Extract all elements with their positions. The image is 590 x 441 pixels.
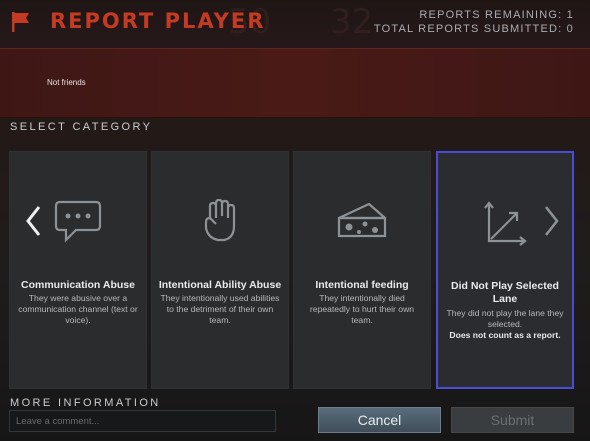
category-title: Intentional feeding [315, 279, 409, 291]
category-card-intentional-feeding[interactable]: Intentional feeding They intentionally d… [293, 151, 431, 389]
category-card-communication-abuse[interactable]: Communication Abuse They were abusive ov… [9, 151, 147, 389]
category-title: Did Not Play Selected Lane [451, 280, 559, 305]
chevron-right-icon[interactable] [543, 204, 561, 238]
fist-icon [152, 198, 288, 248]
reports-remaining: REPORTS REMAINING: 1 [419, 9, 574, 21]
player-relation-status: Not friends [47, 78, 86, 87]
total-reports-submitted: TOTAL REPORTS SUBMITTED: 0 [373, 23, 574, 35]
background-decoration: 32 [330, 2, 374, 42]
reported-player-band: Not friends [0, 48, 590, 118]
category-title: Intentional Ability Abuse [158, 279, 282, 291]
page-title: REPORT PLAYER [50, 9, 266, 33]
header-bar: 50 32 REPORT PLAYER REPORTS REMAINING: 1… [0, 0, 590, 48]
cancel-button[interactable]: Cancel [318, 407, 441, 433]
more-information-label: MORE INFORMATION [10, 397, 161, 409]
category-title: Communication Abuse [21, 279, 135, 291]
chevron-left-icon[interactable] [24, 204, 42, 238]
category-description: They intentionally died repeatedly to hu… [309, 293, 415, 325]
category-note: Does not count as a report. [449, 330, 561, 340]
cheese-icon [294, 198, 430, 248]
comment-input[interactable] [9, 410, 276, 432]
category-description: They intentionally used abilities to the… [160, 293, 280, 325]
category-description: They did not play the lane they selected… [446, 308, 564, 341]
flag-icon [12, 12, 29, 32]
category-card-intentional-ability-abuse[interactable]: Intentional Ability Abuse They intention… [151, 151, 289, 389]
category-description: They were abusive over a communication c… [18, 293, 138, 325]
select-category-label: SELECT CATEGORY [10, 121, 153, 133]
category-description-text: They did not play the lane they selected… [446, 308, 564, 329]
report-counters: REPORTS REMAINING: 1 TOTAL REPORTS SUBMI… [374, 8, 574, 36]
category-card-did-not-play-selected-lane[interactable]: Did Not Play Selected Lane They did not … [436, 151, 574, 389]
submit-button[interactable]: Submit [451, 407, 574, 433]
